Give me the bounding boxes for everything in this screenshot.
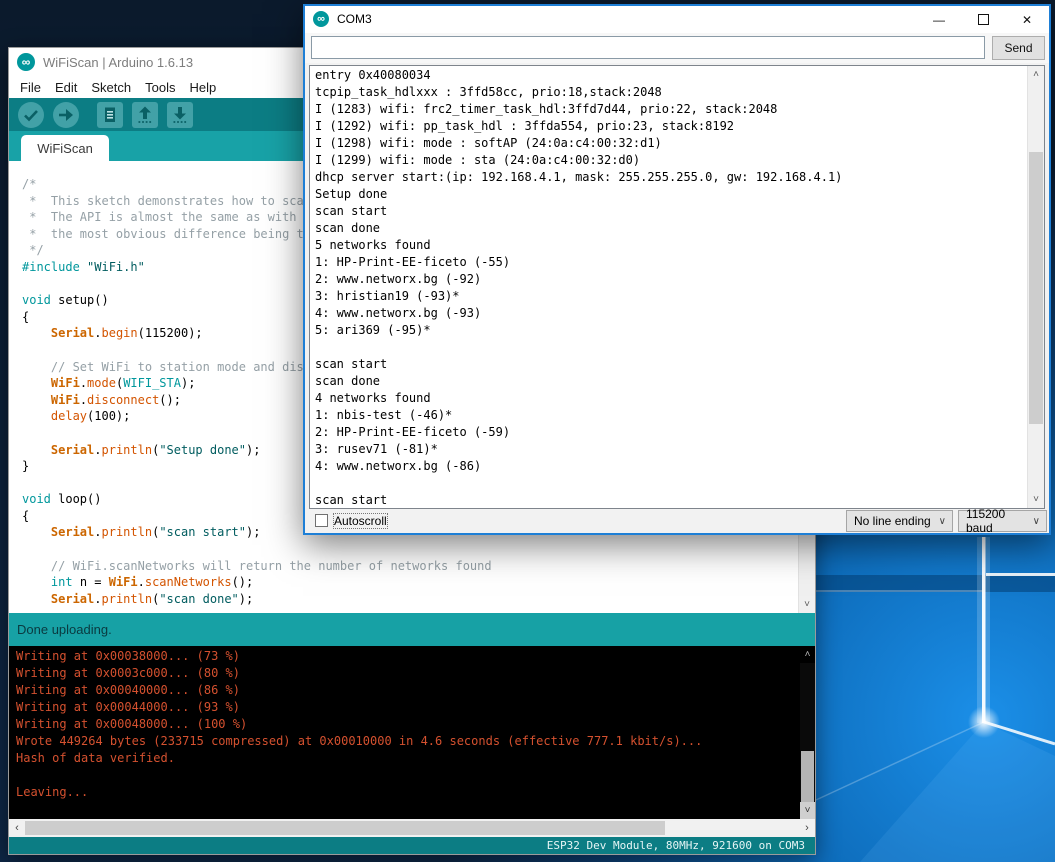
- code-line: Serial.println("scan done");: [22, 591, 798, 608]
- serial-window-title: COM3: [337, 12, 372, 26]
- console-scroll-down-arrow-icon[interactable]: ˅: [800, 802, 815, 819]
- verify-button[interactable]: [18, 102, 44, 128]
- console-line: Writing at 0x00040000... (86 %): [16, 682, 800, 699]
- ide-window-title: WiFiScan | Arduino 1.6.13: [43, 55, 193, 70]
- upload-button[interactable]: [53, 102, 79, 128]
- serial-output-line: 1: HP-Print-EE-ficeto (-55): [315, 254, 1027, 271]
- chevron-down-icon: ∨: [1033, 516, 1046, 527]
- serial-output-line: scan done: [315, 220, 1027, 237]
- horizontal-scrollbar-thumb[interactable]: [25, 821, 665, 835]
- serial-output-line: 3: hristian19 (-93)*: [315, 288, 1027, 305]
- close-button[interactable]: ✕: [1005, 6, 1049, 33]
- ide-horizontal-scrollbar[interactable]: ‹ ›: [9, 819, 815, 837]
- console-line: Leaving...: [16, 784, 800, 801]
- console-scroll-up-arrow-icon[interactable]: ˄: [800, 646, 815, 663]
- serial-output-line: I (1298) wifi: mode : softAP (24:0a:c4:0…: [315, 135, 1027, 152]
- serial-titlebar[interactable]: ∞ COM3 — ✕: [305, 6, 1049, 33]
- minimize-button[interactable]: —: [917, 6, 961, 33]
- scroll-left-arrow-icon[interactable]: ‹: [9, 819, 25, 837]
- serial-output-line: 4 networks found: [315, 390, 1027, 407]
- wallpaper-light-beam: [982, 537, 986, 723]
- serial-monitor-window: ∞ COM3 — ✕ Send entry 0x40080034tcpip_ta…: [303, 4, 1051, 535]
- autoscroll-label[interactable]: Autoscroll: [334, 514, 387, 528]
- console-pane: Writing at 0x00038000... (73 %)Writing a…: [9, 646, 800, 819]
- menu-file[interactable]: File: [13, 78, 48, 97]
- serial-bottom-bar: Autoscroll No line ending ∨ 115200 baud …: [305, 509, 1049, 533]
- menu-tools[interactable]: Tools: [138, 78, 182, 97]
- serial-output-line: 5: ari369 (-95)*: [315, 322, 1027, 339]
- chevron-down-icon: ∨: [939, 516, 952, 527]
- line-ending-value: No line ending: [854, 514, 931, 528]
- baud-rate-value: 115200 baud: [966, 507, 1033, 535]
- code-line: int n = WiFi.scanNetworks();: [22, 574, 798, 591]
- autoscroll-checkbox[interactable]: [315, 514, 328, 527]
- serial-output-line: scan done: [315, 373, 1027, 390]
- serial-output-line: tcpip_task_hdlxxx : 3ffd58cc, prio:18,st…: [315, 84, 1027, 101]
- board-port-status: ESP32 Dev Module, 80MHz, 921600 on COM3: [547, 839, 815, 852]
- serial-output-line: dhcp server start:(ip: 192.168.4.1, mask…: [315, 169, 1027, 186]
- window-controls: — ✕: [917, 6, 1049, 33]
- serial-vertical-scrollbar[interactable]: ˄ ˅: [1027, 66, 1044, 508]
- code-line: [22, 541, 798, 558]
- serial-output-line: scan start: [315, 203, 1027, 220]
- maximize-button[interactable]: [961, 6, 1005, 33]
- serial-output-line: [315, 475, 1027, 492]
- serial-output-line: I (1292) wifi: pp_task_hdl : 3ffda554, p…: [315, 118, 1027, 135]
- wallpaper-dark-band: [780, 575, 1055, 592]
- new-sketch-button[interactable]: [97, 102, 123, 128]
- status-message: Done uploading.: [9, 622, 112, 637]
- arduino-logo-icon: ∞: [17, 53, 35, 71]
- serial-output-line: 4: www.networx.bg (-93): [315, 305, 1027, 322]
- serial-output-line: 1: nbis-test (-46)*: [315, 407, 1027, 424]
- ide-status-bar: Done uploading.: [9, 613, 815, 646]
- tab-wifiscan[interactable]: WiFiScan: [21, 135, 109, 161]
- console-line: Writing at 0x00044000... (93 %): [16, 699, 800, 716]
- serial-output-line: Setup done: [315, 186, 1027, 203]
- serial-output-text: entry 0x40080034tcpip_task_hdlxxx : 3ffd…: [310, 66, 1027, 508]
- serial-output-line: 2: HP-Print-EE-ficeto (-59): [315, 424, 1027, 441]
- serial-output-line: I (1299) wifi: mode : sta (24:0a:c4:00:3…: [315, 152, 1027, 169]
- serial-scroll-up-arrow-icon[interactable]: ˄: [1028, 66, 1044, 83]
- console-line: [16, 767, 800, 784]
- serial-output-line: 4: www.networx.bg (-86): [315, 458, 1027, 475]
- send-button[interactable]: Send: [992, 36, 1045, 60]
- serial-output-line: I (1283) wifi: frc2_timer_task_hdl:3ffd7…: [315, 101, 1027, 118]
- console-scrollbar-thumb[interactable]: [801, 751, 814, 803]
- menu-help[interactable]: Help: [182, 78, 223, 97]
- open-sketch-button[interactable]: [132, 102, 158, 128]
- serial-output-line: 2: www.networx.bg (-92): [315, 271, 1027, 288]
- screen: { "colors": { "accent_teal": "#00979c", …: [0, 0, 1055, 862]
- serial-output-line: 5 networks found: [315, 237, 1027, 254]
- console-line: Writing at 0x00038000... (73 %): [16, 648, 800, 665]
- serial-output-line: [315, 339, 1027, 356]
- menu-edit[interactable]: Edit: [48, 78, 84, 97]
- line-ending-dropdown[interactable]: No line ending ∨: [846, 510, 953, 532]
- menu-sketch[interactable]: Sketch: [84, 78, 138, 97]
- serial-output-line: entry 0x40080034: [315, 67, 1027, 84]
- console-line: Wrote 449264 bytes (233715 compressed) a…: [16, 733, 800, 750]
- baud-rate-dropdown[interactable]: 115200 baud ∨: [958, 510, 1047, 532]
- serial-input-field[interactable]: [311, 36, 985, 59]
- scroll-right-arrow-icon[interactable]: ›: [799, 819, 815, 837]
- console-line: Hash of data verified.: [16, 750, 800, 767]
- serial-scrollbar-thumb[interactable]: [1029, 152, 1043, 424]
- code-line: // WiFi.scanNetworks will return the num…: [22, 558, 798, 575]
- arduino-logo-icon: ∞: [313, 11, 329, 27]
- serial-output-line: 3: rusev71 (-81)*: [315, 441, 1027, 458]
- console-line: Writing at 0x0003c000... (80 %): [16, 665, 800, 682]
- serial-output-line: scan start: [315, 492, 1027, 508]
- console-line: Writing at 0x00048000... (100 %): [16, 716, 800, 733]
- serial-output-line: scan start: [315, 356, 1027, 373]
- ide-console: Writing at 0x00038000... (73 %)Writing a…: [9, 646, 815, 819]
- editor-scroll-down-arrow-icon[interactable]: ˅: [799, 596, 815, 613]
- maximize-icon: [978, 14, 989, 25]
- save-sketch-button[interactable]: [167, 102, 193, 128]
- serial-scroll-down-arrow-icon[interactable]: ˅: [1028, 491, 1044, 508]
- serial-send-row: Send: [305, 33, 1049, 63]
- ide-footer-bar: ESP32 Dev Module, 80MHz, 921600 on COM3: [9, 837, 815, 854]
- serial-output-area[interactable]: entry 0x40080034tcpip_task_hdlxxx : 3ffd…: [309, 65, 1045, 509]
- console-vertical-scrollbar[interactable]: ˄ ˅: [800, 646, 815, 819]
- tab-label: WiFiScan: [37, 141, 93, 156]
